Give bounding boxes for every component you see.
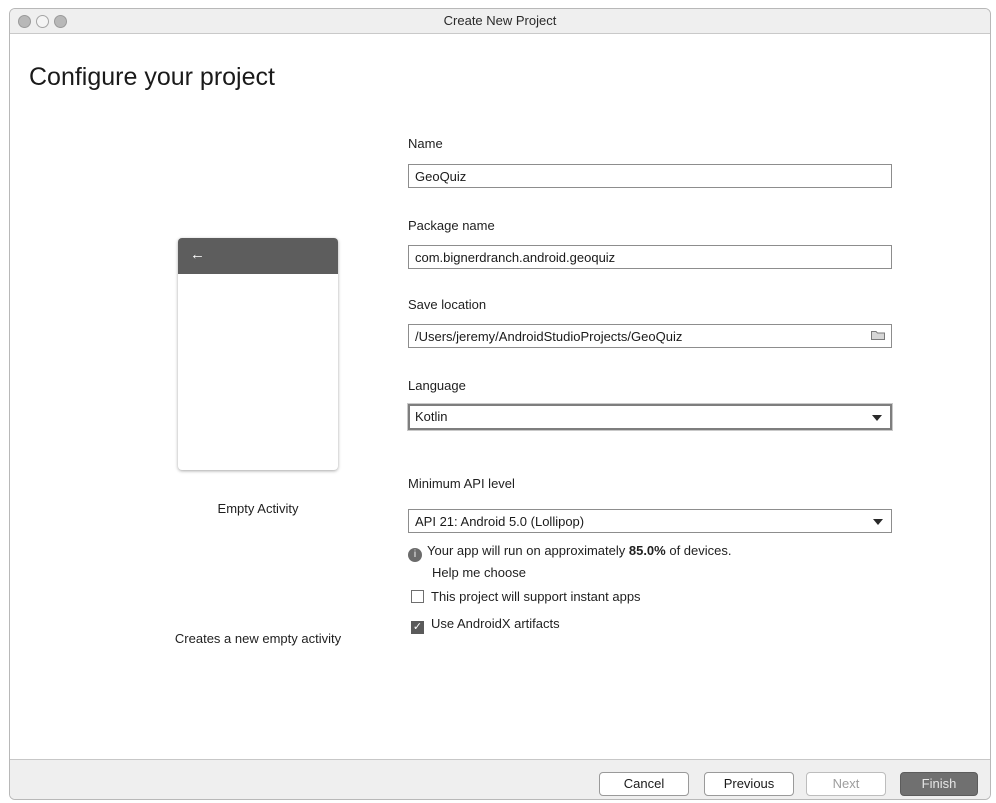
- save-location-label: Save location: [408, 297, 487, 312]
- language-value: Kotlin: [415, 409, 448, 424]
- preview-app-bar: ←: [178, 238, 338, 274]
- minimum-api-value: API 21: Android 5.0 (Lollipop): [415, 514, 585, 529]
- info-icon: i: [408, 548, 422, 562]
- template-description: Creates a new empty activity: [174, 631, 342, 646]
- cancel-button[interactable]: Cancel: [599, 772, 689, 796]
- template-preview: ←: [178, 238, 338, 470]
- package-name-field[interactable]: com.bignerdranch.android.geoquiz: [408, 245, 892, 269]
- androidx-checkbox[interactable]: ✓: [411, 621, 424, 634]
- instant-apps-option[interactable]: This project will support instant apps: [411, 589, 641, 604]
- help-me-choose-link[interactable]: Help me choose: [432, 565, 526, 580]
- package-name-label: Package name: [408, 218, 495, 233]
- window-title: Create New Project: [443, 13, 557, 28]
- page-title: Configure your project: [29, 63, 275, 91]
- save-location-value: /Users/jeremy/AndroidStudioProjects/GeoQ…: [415, 329, 683, 344]
- androidx-label: Use AndroidX artifacts: [431, 616, 560, 631]
- back-arrow-icon: ←: [190, 246, 205, 263]
- instant-apps-label: This project will support instant apps: [431, 589, 641, 604]
- minimum-api-label: Minimum API level: [408, 476, 515, 491]
- template-name: Empty Activity: [217, 501, 299, 516]
- chevron-down-icon: [873, 519, 883, 525]
- save-location-field[interactable]: /Users/jeremy/AndroidStudioProjects/GeoQ…: [408, 324, 892, 348]
- androidx-option[interactable]: ✓ Use AndroidX artifacts: [411, 616, 560, 634]
- coverage-percent: 85.0%: [628, 543, 666, 558]
- chevron-down-icon: [872, 415, 882, 421]
- title-bar: Create New Project: [10, 9, 990, 34]
- minimum-api-select[interactable]: API 21: Android 5.0 (Lollipop): [408, 509, 892, 533]
- name-label: Name: [408, 136, 443, 151]
- language-select[interactable]: Kotlin: [408, 404, 892, 430]
- next-button[interactable]: Next: [806, 772, 886, 796]
- folder-icon[interactable]: [871, 330, 885, 340]
- previous-button[interactable]: Previous: [704, 772, 794, 796]
- name-field[interactable]: GeoQuiz: [408, 164, 892, 188]
- instant-apps-checkbox[interactable]: [411, 590, 424, 603]
- create-project-window: Create New Project Configure your projec…: [9, 8, 991, 800]
- finish-button[interactable]: Finish: [900, 772, 978, 796]
- info-suffix: of devices.: [665, 543, 732, 558]
- info-prefix: Your app will run on approximately: [427, 543, 629, 558]
- api-coverage-info: i Your app will run on approximately 85.0…: [408, 543, 732, 562]
- language-label: Language: [408, 378, 466, 393]
